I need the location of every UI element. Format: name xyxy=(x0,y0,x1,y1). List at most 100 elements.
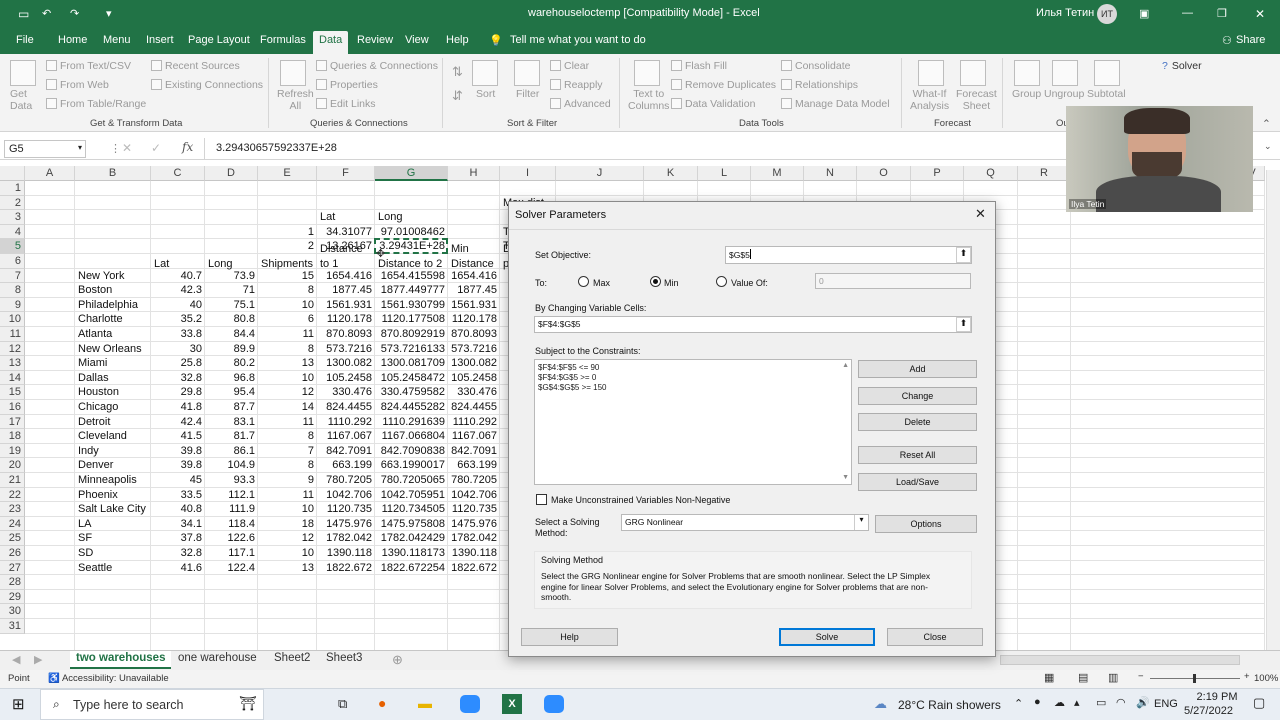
cell-shipments[interactable]: 12 xyxy=(261,386,314,398)
volume-icon[interactable]: 🔊 xyxy=(1136,696,1150,709)
sheet-tab-one-warehouse[interactable]: one warehouse xyxy=(172,651,263,669)
clock-date[interactable]: 5/27/2022 xyxy=(1184,705,1233,717)
language-indicator[interactable]: ENG xyxy=(1154,698,1178,710)
excel-app-icon[interactable]: X xyxy=(502,694,522,714)
changing-cells-input[interactable]: $F$4:$G$5 xyxy=(534,316,972,333)
cell-lat[interactable]: 42.4 xyxy=(154,416,202,428)
cell-shipments[interactable]: 13 xyxy=(261,562,314,574)
file-explorer-icon[interactable]: ▬ xyxy=(418,695,432,711)
cell-distance-2[interactable]: 573.7216133 xyxy=(378,343,445,355)
clock-time[interactable]: 2:19 PM xyxy=(1192,691,1242,703)
max-radio[interactable] xyxy=(578,276,589,287)
data-validation-button[interactable]: Data Validation xyxy=(671,98,755,110)
cell-distance-2[interactable]: 105.2458472 xyxy=(378,372,445,384)
constraint-item[interactable]: $G$4:$G$5 >= 150 xyxy=(538,383,848,393)
recent-sources-button[interactable]: Recent Sources xyxy=(151,60,240,72)
cell-distance-1[interactable]: 842.7091 xyxy=(320,445,372,457)
row-header-30[interactable]: 30 xyxy=(0,604,25,619)
zoom-app-icon[interactable] xyxy=(460,695,480,713)
tab-page-layout[interactable]: Page Layout xyxy=(188,34,250,46)
zoom-level[interactable]: 100% xyxy=(1254,673,1278,684)
cell-long-header[interactable]: Long xyxy=(378,211,445,223)
accessibility-status[interactable]: ♿ Accessibility: Unavailable xyxy=(48,673,169,684)
refresh-all-button[interactable]: Refresh All xyxy=(277,88,314,112)
cell-shipments[interactable]: 8 xyxy=(261,430,314,442)
windows-start-icon[interactable]: ⊞ xyxy=(12,695,25,713)
cell-long-1[interactable]: 97.01008462 xyxy=(378,226,445,238)
unconstrained-label[interactable]: Make Unconstrained Variables Non-Negativ… xyxy=(551,495,730,505)
add-sheet-icon[interactable]: ⊕ xyxy=(392,652,403,668)
cell-long[interactable]: 122.6 xyxy=(208,532,255,544)
cell-header-min-a[interactable]: Min xyxy=(451,243,497,255)
row-header-26[interactable]: 26 xyxy=(0,546,25,561)
page-layout-view-icon[interactable]: ▤ xyxy=(1078,671,1088,684)
cell-min-distance[interactable]: 1167.067 xyxy=(451,430,497,442)
collapse-changing-cells-icon[interactable]: ⬆ xyxy=(956,317,971,332)
show-hidden-icons[interactable]: ⌃ xyxy=(1014,697,1023,710)
cell-long[interactable]: 80.8 xyxy=(208,313,255,325)
cell-distance-1[interactable]: 824.4455 xyxy=(320,401,372,413)
cell-lat[interactable]: 42.3 xyxy=(154,284,202,296)
cell-city[interactable]: Indy xyxy=(78,445,148,457)
cell-shipments[interactable]: 14 xyxy=(261,401,314,413)
cell-distance-1[interactable]: 1110.292 xyxy=(320,416,372,428)
reapply-button[interactable]: Reapply xyxy=(550,79,603,91)
cell-lat[interactable]: 32.8 xyxy=(154,372,202,384)
row-header-3[interactable]: 3 xyxy=(0,210,25,225)
next-sheet-icon[interactable]: ▶ xyxy=(34,653,42,666)
column-header-g[interactable]: G xyxy=(375,166,448,181)
column-header-o[interactable]: O xyxy=(857,166,911,181)
cell-min-distance[interactable]: 1120.178 xyxy=(451,313,497,325)
formula-input[interactable]: 3.29430657592337E+28 xyxy=(216,142,337,154)
cell-min-distance[interactable]: 1561.931 xyxy=(451,299,497,311)
cell-shipments[interactable]: 10 xyxy=(261,372,314,384)
forecast-sheet-button[interactable]: Forecast Sheet xyxy=(956,88,997,112)
cell-min-distance[interactable]: 1654.416 xyxy=(451,270,497,282)
from-table-range-button[interactable]: From Table/Range xyxy=(46,98,146,110)
row-header-25[interactable]: 25 xyxy=(0,531,25,546)
sort-za-icon[interactable]: ⇵ xyxy=(452,88,463,104)
cell-lat[interactable]: 30 xyxy=(154,343,202,355)
cell-lat[interactable]: 40 xyxy=(154,299,202,311)
max-label[interactable]: Max xyxy=(593,278,610,288)
cell-min-distance[interactable]: 1120.735 xyxy=(451,503,497,515)
battery-icon[interactable]: ▭ xyxy=(1096,696,1106,709)
notifications-icon[interactable]: ▢ xyxy=(1253,695,1265,711)
cell-lat[interactable]: 40.7 xyxy=(154,270,202,282)
queries-connections-button[interactable]: Queries & Connections xyxy=(316,60,438,72)
collapse-objective-icon[interactable]: ⬆ xyxy=(956,247,971,263)
column-header-e[interactable]: E xyxy=(258,166,317,181)
cell-shipments[interactable]: 10 xyxy=(261,547,314,559)
cell-min-distance[interactable]: 824.4455 xyxy=(451,401,497,413)
objective-input[interactable]: $G$5 xyxy=(725,246,972,264)
cell-min-distance[interactable]: 663.199 xyxy=(451,459,497,471)
cell-lat[interactable]: 37.8 xyxy=(154,532,202,544)
tab-insert[interactable]: Insert xyxy=(146,34,174,46)
zoom-out-icon[interactable]: − xyxy=(1138,671,1144,682)
cell-lat[interactable]: 29.8 xyxy=(154,386,202,398)
cell-shipments[interactable]: 12 xyxy=(261,532,314,544)
cell-distance-2[interactable]: 842.7090838 xyxy=(378,445,445,457)
column-header-k[interactable]: K xyxy=(644,166,698,181)
cell-city[interactable]: SF xyxy=(78,532,148,544)
cell-distance-1[interactable]: 780.7205 xyxy=(320,474,372,486)
cell-shipments[interactable]: 9 xyxy=(261,474,314,486)
horizontal-scrollbar[interactable] xyxy=(1000,655,1240,665)
cell-lat[interactable]: 41.6 xyxy=(154,562,202,574)
constraint-item[interactable]: $F$4:$G$5 >= 0 xyxy=(538,373,848,383)
properties-button[interactable]: Properties xyxy=(316,79,378,91)
avatar[interactable]: ИТ xyxy=(1097,4,1117,24)
cell-long[interactable]: 86.1 xyxy=(208,445,255,457)
cell-warehouse-2[interactable]: 2 xyxy=(261,240,314,252)
column-header-i[interactable]: I xyxy=(500,166,556,181)
cell-header-long[interactable]: Long xyxy=(208,258,255,270)
close-button[interactable]: Close xyxy=(887,628,983,646)
constraint-item[interactable]: $F$4:$F$5 <= 90 xyxy=(538,363,848,373)
row-header-20[interactable]: 20 xyxy=(0,458,25,473)
cell-city[interactable]: Denver xyxy=(78,459,148,471)
tab-home[interactable]: Home xyxy=(58,34,87,46)
cell-lat[interactable]: 39.8 xyxy=(154,445,202,457)
cell-distance-2[interactable]: 824.4455282 xyxy=(378,401,445,413)
cell-shipments[interactable]: 8 xyxy=(261,343,314,355)
column-header-d[interactable]: D xyxy=(205,166,258,181)
